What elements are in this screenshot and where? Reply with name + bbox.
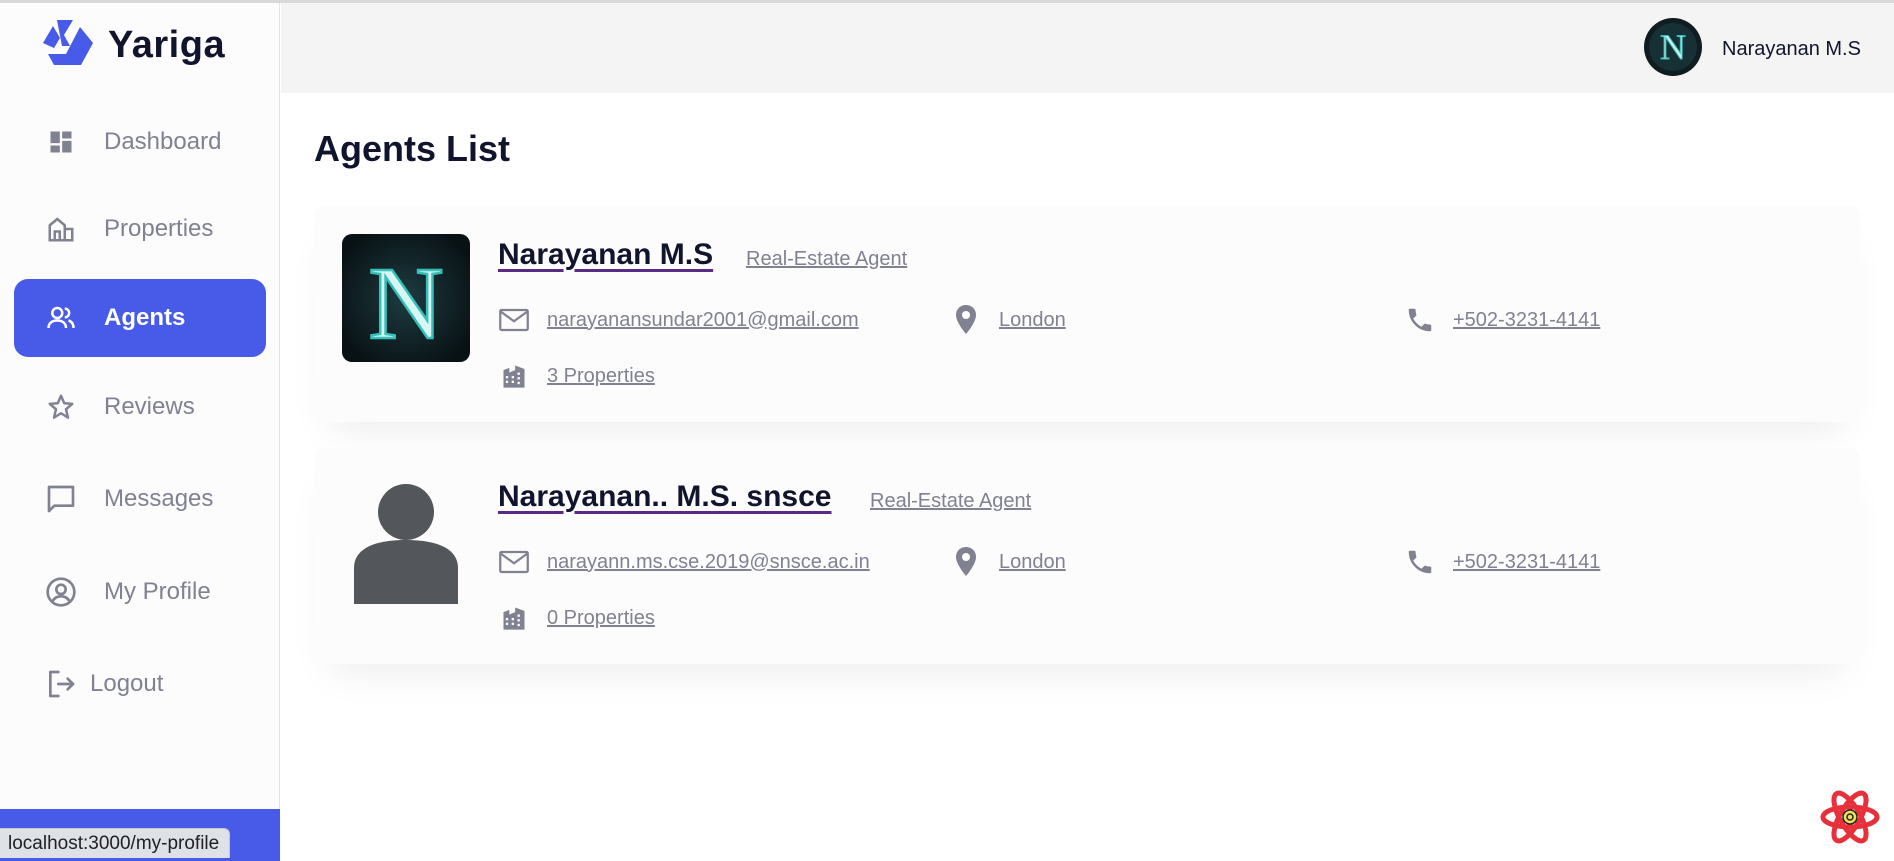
page-title: Agents List: [314, 128, 511, 169]
agent-location-text[interactable]: London: [999, 551, 1066, 574]
agent-email: narayann.ms.cse.2019@snsce.ac.in: [498, 546, 870, 578]
header-user-name[interactable]: Narayanan M.S: [1722, 38, 1861, 61]
agent-location-text[interactable]: London: [999, 309, 1066, 332]
yariga-logo-icon: [40, 17, 96, 74]
agent-email-text[interactable]: narayanansundar2001@gmail.com: [547, 309, 859, 332]
brand-name: Yariga: [108, 24, 226, 66]
logout-icon: [44, 667, 78, 701]
sidebar-item-dashboard[interactable]: Dashboard: [14, 103, 266, 181]
email-icon: [498, 546, 530, 578]
people-icon: [44, 301, 78, 335]
agent-properties: 3 Properties: [498, 360, 655, 392]
browser-status-url: localhost:3000/my-profile: [0, 828, 231, 858]
sidebar: Yariga Dashboard Properties Agents Revie: [0, 3, 280, 861]
agent-card[interactable]: Narayanan.. M.S. snsce Real-Estate Agent…: [314, 448, 1860, 664]
top-header: N Narayanan M.S: [281, 3, 1894, 93]
brand[interactable]: Yariga: [40, 17, 225, 74]
agent-card[interactable]: N Narayanan M.S Real-Estate Agent naraya…: [314, 206, 1860, 422]
account-circle-icon: [44, 575, 78, 609]
logout-label: Logout: [90, 670, 164, 697]
svg-text:N: N: [1660, 27, 1686, 67]
avatar[interactable]: N: [1644, 18, 1702, 76]
phone-icon: [1404, 546, 1436, 578]
agent-email-text[interactable]: narayann.ms.cse.2019@snsce.ac.in: [547, 551, 870, 574]
sidebar-item-reviews[interactable]: Reviews: [14, 368, 266, 446]
agent-photo-placeholder: [342, 476, 470, 604]
agent-properties-text[interactable]: 3 Properties: [547, 365, 655, 388]
sidebar-item-label: Properties: [104, 215, 214, 242]
sidebar-item-label: Dashboard: [104, 128, 222, 155]
agent-location: London: [950, 546, 1066, 578]
agent-phone: +502-3231-4141: [1404, 304, 1600, 336]
agent-properties: 0 Properties: [498, 602, 655, 634]
logout-button[interactable]: Logout: [14, 645, 266, 723]
sidebar-item-properties[interactable]: Properties: [14, 190, 266, 268]
star-icon: [44, 390, 78, 424]
sidebar-item-label: My Profile: [104, 578, 211, 605]
email-icon: [498, 304, 530, 336]
sidebar-item-label: Messages: [104, 485, 214, 512]
agent-role[interactable]: Real-Estate Agent: [870, 490, 1031, 513]
phone-icon: [1404, 304, 1436, 336]
agent-name[interactable]: Narayanan M.S: [498, 238, 713, 272]
svg-text:N: N: [368, 246, 443, 361]
location-pin-icon: [950, 304, 982, 336]
building-icon: [498, 360, 530, 392]
agent-location: London: [950, 304, 1066, 336]
sidebar-item-agents[interactable]: Agents: [14, 279, 266, 357]
properties-icon: [44, 212, 78, 246]
agent-properties-text[interactable]: 0 Properties: [547, 607, 655, 630]
agent-phone-text[interactable]: +502-3231-4141: [1453, 309, 1600, 332]
agent-phone-text[interactable]: +502-3231-4141: [1453, 551, 1600, 574]
agent-role[interactable]: Real-Estate Agent: [746, 248, 907, 271]
sidebar-item-label: Reviews: [104, 393, 195, 420]
location-pin-icon: [950, 546, 982, 578]
agent-phone: +502-3231-4141: [1404, 546, 1600, 578]
agent-email: narayanansundar2001@gmail.com: [498, 304, 859, 336]
dashboard-icon: [44, 125, 78, 159]
react-devtools-icon[interactable]: [1820, 790, 1880, 844]
sidebar-item-my-profile[interactable]: My Profile: [14, 553, 266, 631]
building-icon: [498, 602, 530, 634]
sidebar-item-label: Agents: [104, 304, 186, 331]
agent-photo: N: [342, 234, 470, 362]
agent-name[interactable]: Narayanan.. M.S. snsce: [498, 480, 832, 514]
chat-icon: [44, 482, 78, 516]
sidebar-item-messages[interactable]: Messages: [14, 460, 266, 538]
